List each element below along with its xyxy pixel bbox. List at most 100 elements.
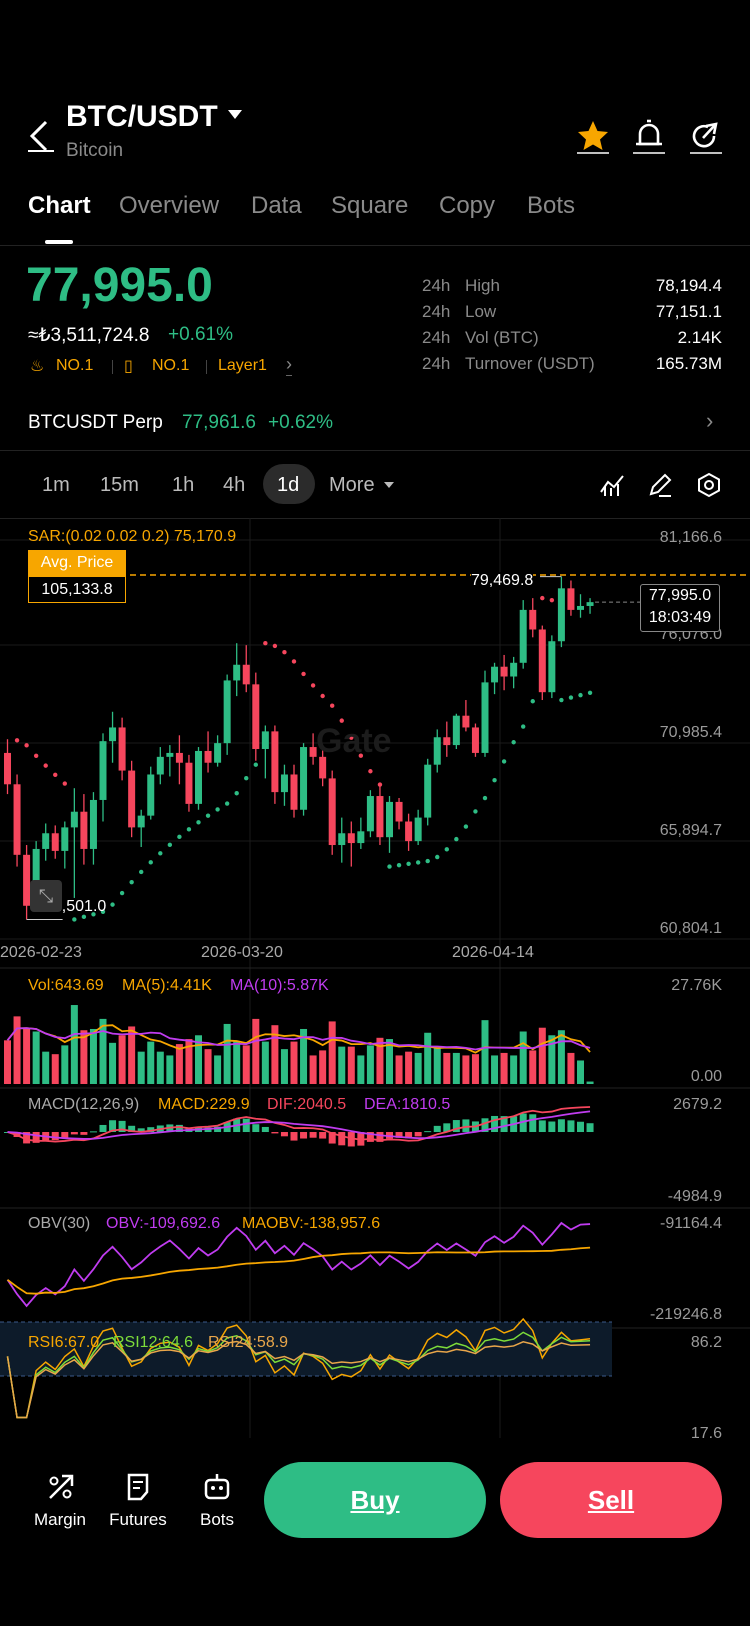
draw-pen-icon[interactable] [647, 472, 673, 503]
vol-ma10: MA(10):5.87K [230, 977, 329, 994]
rank-badge-1[interactable]: NO.1 [56, 357, 93, 375]
tf-15m[interactable]: 15m [100, 474, 139, 497]
volume-bar [13, 1016, 21, 1084]
tab-chart[interactable]: Chart [28, 192, 91, 220]
sar-dot [501, 759, 507, 764]
margin-icon[interactable] [46, 1472, 76, 1507]
candle-body [13, 784, 21, 855]
sar-dot [425, 858, 430, 864]
sell-button[interactable]: Sell [500, 1462, 722, 1538]
volume-bar [471, 1054, 479, 1084]
tab-underline [45, 240, 73, 244]
chevron-down-icon[interactable] [228, 110, 242, 119]
avg-price-label[interactable]: Avg. Price [28, 550, 126, 576]
macd-histogram-bar [242, 1118, 250, 1133]
sar-dot [72, 917, 77, 922]
candle-body [147, 774, 155, 816]
nav-bots[interactable]: Bots [177, 1510, 257, 1530]
vol-top: 27.76K [671, 977, 722, 994]
volume-bar [481, 1020, 489, 1084]
pair-subtitle: Bitcoin [66, 140, 124, 161]
tab-overview[interactable]: Overview [119, 192, 219, 220]
sar-dot [415, 860, 421, 865]
sar-label: SAR:(0.02 0.02 0.2) 75,170.9 [28, 528, 237, 545]
sar-dot [139, 869, 144, 875]
candle-body [300, 747, 308, 810]
chart-canvas[interactable] [0, 518, 750, 1438]
sar-dot [272, 643, 278, 649]
chevron-right-icon[interactable]: › [286, 354, 292, 376]
candle-body [166, 752, 174, 757]
tf-1m[interactable]: 1m [42, 474, 70, 497]
avg-price-value: 105,133.8 [28, 576, 126, 603]
macd-histogram-bar [491, 1115, 499, 1133]
bots-icon[interactable] [202, 1472, 232, 1507]
nav-futures[interactable]: Futures [98, 1510, 178, 1530]
sar-dot [234, 791, 239, 796]
candle-body [252, 684, 260, 750]
volume-bar [204, 1049, 212, 1084]
star-icon[interactable] [575, 118, 611, 159]
maobv-value: MAOBV:-138,957.6 [242, 1215, 381, 1232]
macd-histogram-bar [70, 1132, 78, 1135]
reset-zoom-icon[interactable]: ⤡ [30, 880, 62, 912]
perp-row[interactable]: BTCUSDT Perp 77,961.6 +0.62% › [0, 398, 750, 448]
sar-dot [396, 862, 402, 868]
sar-dot [454, 836, 459, 842]
y-tick: 60,804.1 [659, 920, 722, 937]
volume-bar [156, 1051, 164, 1084]
tab-bots[interactable]: Bots [527, 192, 575, 220]
tab-square[interactable]: Square [331, 192, 408, 220]
volume-bar [261, 1041, 269, 1084]
volume-bar [23, 1027, 31, 1084]
tab-data[interactable]: Data [251, 192, 302, 220]
sar-dot [368, 769, 373, 774]
back-button[interactable] [26, 118, 54, 154]
candle-body [70, 811, 78, 828]
candle-body [471, 727, 479, 753]
pair-title[interactable]: BTC/USDT [66, 100, 218, 134]
share-icon[interactable] [688, 118, 724, 159]
volume-bar [70, 1005, 78, 1084]
obv-line [6, 1221, 591, 1308]
candle-body [128, 770, 136, 828]
sar-dot [177, 834, 182, 840]
candle-countdown: 18:03:49 [648, 609, 712, 626]
futures-icon[interactable] [124, 1472, 154, 1507]
settings-icon[interactable] [696, 472, 722, 503]
candle-body [328, 778, 336, 846]
macd-histogram-bar [99, 1124, 107, 1133]
perp-name: BTCUSDT Perp [28, 412, 163, 433]
rsi-top: 86.2 [690, 1334, 722, 1351]
macd-histogram-bar [424, 1131, 432, 1133]
stat-low: 24h Low 77,151.1 [422, 302, 722, 321]
sar-dot [53, 772, 58, 778]
volume-bar [414, 1052, 422, 1084]
rank-badge-2[interactable]: NO.1 [152, 357, 189, 375]
volume-bar [214, 1055, 222, 1084]
tab-copy[interactable]: Copy [439, 192, 495, 220]
sar-dot [215, 807, 220, 812]
sar-dot [253, 762, 258, 767]
volume-bar [80, 1030, 88, 1084]
sar-dot [540, 595, 545, 601]
candle-body [290, 774, 298, 810]
volume-bar [109, 1042, 117, 1084]
chevron-right-icon: › [706, 408, 714, 433]
macd-histogram-bar [529, 1114, 537, 1133]
tf-1h[interactable]: 1h [172, 474, 194, 497]
buy-button[interactable]: Buy [264, 1462, 486, 1538]
tf-1d[interactable]: 1d [277, 474, 299, 497]
vol-label: Vol:643.69 [28, 977, 104, 994]
tf-more[interactable]: More [329, 474, 375, 497]
category-tag[interactable]: Layer1 [218, 357, 267, 375]
nav-margin[interactable]: Margin [20, 1510, 100, 1530]
current-price: 77,995.0 [648, 587, 712, 604]
indicator-icon[interactable] [599, 472, 625, 503]
candle-body [481, 682, 489, 753]
sar-dot [33, 753, 39, 759]
candle-body [500, 666, 508, 677]
candle-body [109, 727, 117, 742]
bell-icon[interactable] [631, 118, 667, 159]
tf-4h[interactable]: 4h [223, 474, 245, 497]
